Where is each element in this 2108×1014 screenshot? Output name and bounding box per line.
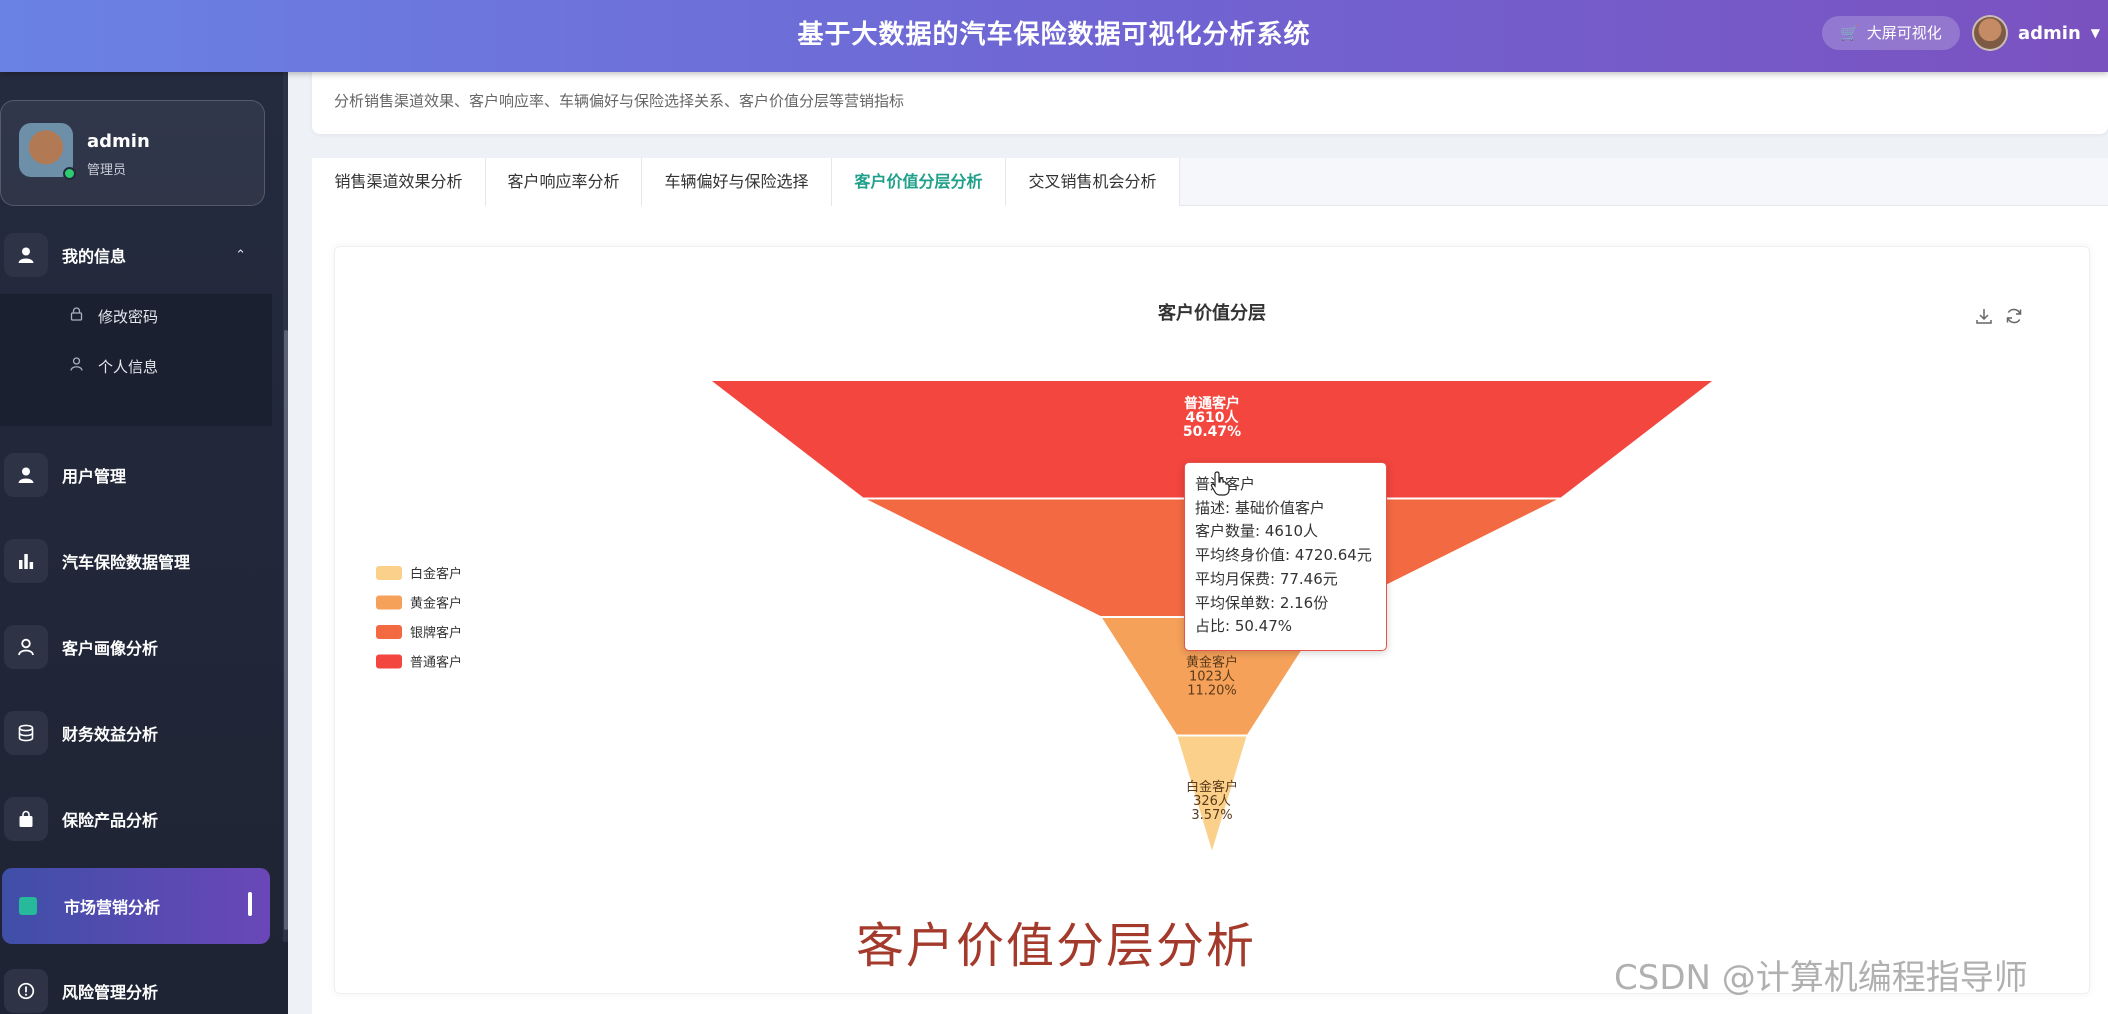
funnel-chart: 客户价值分层 普通客户4610人50.47%黄金客户1023人11.20%白金客… <box>376 302 1718 858</box>
funnel-data-label: 326人 <box>1193 794 1231 809</box>
hand-pointer-icon <box>1210 470 1230 502</box>
tooltip-line: 平均月保费: 77.46元 <box>1195 569 1338 588</box>
legend-swatch[interactable] <box>376 625 402 639</box>
legend-label[interactable]: 普通客户 <box>410 655 462 671</box>
funnel-data-label: 3.57% <box>1191 808 1232 823</box>
refresh-icon[interactable] <box>2002 306 2026 330</box>
tooltip-line: 占比: 50.47% <box>1195 617 1293 636</box>
cart-icon: 🛒 <box>1840 24 1859 42</box>
app-header: 基于大数据的汽车保险数据可视化分析系统 🛒 大屏可视化 admin ▼ <box>0 0 2108 72</box>
chart-legend: 白金客户黄金客户银牌客户普通客户 <box>376 566 462 671</box>
funnel-data-label: 黄金客户 <box>1186 654 1238 670</box>
chart-title: 客户价值分层 <box>1158 302 1266 324</box>
watermark: CSDN @计算机编程指导师 <box>1614 958 2028 998</box>
section-caption: 客户价值分层分析 <box>856 918 1257 974</box>
legend-label[interactable]: 银牌客户 <box>410 625 462 641</box>
funnel-data-label: 1023人 <box>1189 669 1235 684</box>
legend-label[interactable]: 黄金客户 <box>410 596 462 612</box>
download-icon[interactable] <box>1972 306 1996 330</box>
bigscreen-button[interactable]: 🛒 大屏可视化 <box>1822 16 1960 50</box>
tooltip-line: 平均保单数: 2.16份 <box>1195 593 1329 612</box>
caret-down-icon: ▼ <box>2090 26 2101 40</box>
bigscreen-label: 大屏可视化 <box>1866 24 1942 42</box>
avatar <box>1972 15 2008 51</box>
legend-swatch[interactable] <box>376 595 402 610</box>
tooltip-line: 平均终身价值: 4720.64元 <box>1195 546 1372 565</box>
legend-label[interactable]: 白金客户 <box>410 566 462 582</box>
funnel-data-label: 11.20% <box>1187 683 1237 698</box>
user-menu[interactable]: admin ▼ <box>1972 14 2100 52</box>
funnel-data-label: 50.47% <box>1183 424 1241 440</box>
funnel-data-label: 白金客户 <box>1186 779 1238 795</box>
legend-swatch[interactable] <box>376 654 402 669</box>
legend-swatch[interactable] <box>376 566 402 580</box>
app-title: 基于大数据的汽车保险数据可视化分析系统 <box>797 20 1311 50</box>
header-username: admin <box>2018 22 2081 44</box>
tooltip-line: 客户数量: 4610人 <box>1195 522 1318 541</box>
